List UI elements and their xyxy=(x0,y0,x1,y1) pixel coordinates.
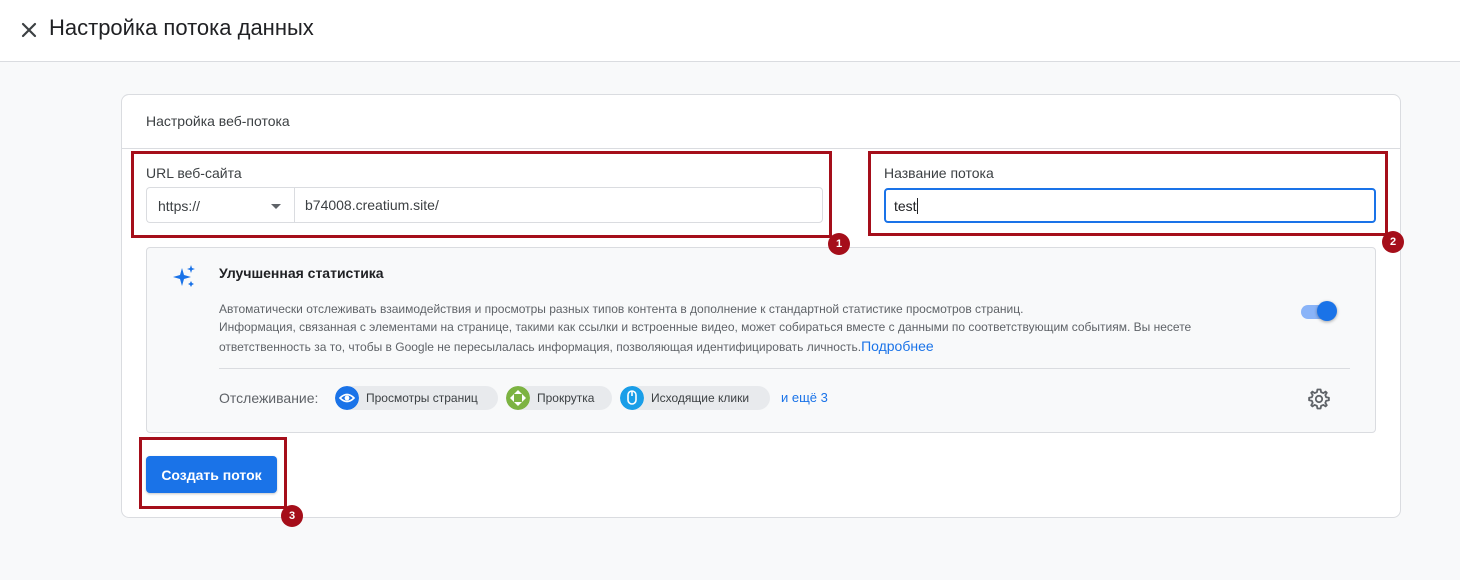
chevron-down-icon xyxy=(271,204,281,209)
create-stream-button[interactable]: Создать поток xyxy=(146,456,277,493)
enhanced-title: Улучшенная статистика xyxy=(219,265,384,281)
protocol-value: https:// xyxy=(158,198,201,214)
chip-page-views[interactable]: Просмотры страниц xyxy=(335,386,498,410)
divider xyxy=(122,148,1400,149)
learn-more-link[interactable]: Подробнее xyxy=(861,338,934,354)
annotation-badge-1: 1 xyxy=(828,233,850,255)
tracking-label: Отслеживание: xyxy=(219,390,319,406)
chip-outbound-clicks[interactable]: Исходящие клики xyxy=(620,386,770,410)
enhanced-info-line1: Информация, связанная с элементами на ст… xyxy=(219,320,1192,334)
stream-name-label: Название потока xyxy=(884,165,994,181)
scroll-icon xyxy=(506,386,530,410)
chip-label: Просмотры страниц xyxy=(366,391,478,405)
enhanced-toggle[interactable] xyxy=(1299,301,1337,321)
enhanced-measurement-panel: Улучшенная статистика Автоматически отсл… xyxy=(146,247,1376,433)
enhanced-description: Автоматически отслеживать взаимодействия… xyxy=(219,302,1024,316)
chip-label: Прокрутка xyxy=(537,391,595,405)
website-url-input[interactable] xyxy=(294,187,823,223)
mouse-icon xyxy=(620,386,644,410)
url-label: URL веб-сайта xyxy=(146,165,242,181)
text-cursor xyxy=(917,198,918,214)
web-stream-card: Настройка веб-потока URL веб-сайта https… xyxy=(121,94,1401,518)
sparkle-icon xyxy=(173,265,195,287)
enhanced-info-line2: ответственность за то, чтобы в Google не… xyxy=(219,337,934,356)
close-icon[interactable] xyxy=(16,17,42,43)
divider xyxy=(219,368,1350,369)
eye-icon xyxy=(335,386,359,410)
enhanced-info-text: ответственность за то, чтобы в Google не… xyxy=(219,340,862,354)
gear-icon[interactable] xyxy=(1307,387,1331,411)
page-title: Настройка потока данных xyxy=(49,15,314,40)
and-more-link[interactable]: и ещё 3 xyxy=(781,390,828,405)
card-title: Настройка веб-потока xyxy=(146,113,290,129)
page-header: Настройка потока данных xyxy=(0,0,1460,62)
stream-name-input[interactable] xyxy=(884,188,1376,223)
protocol-select[interactable]: https:// xyxy=(146,187,294,223)
annotation-badge-3: 3 xyxy=(281,505,303,527)
toggle-knob xyxy=(1317,301,1337,321)
chip-label: Исходящие клики xyxy=(651,391,750,405)
annotation-badge-2: 2 xyxy=(1382,231,1404,253)
chip-scroll[interactable]: Прокрутка xyxy=(506,386,612,410)
